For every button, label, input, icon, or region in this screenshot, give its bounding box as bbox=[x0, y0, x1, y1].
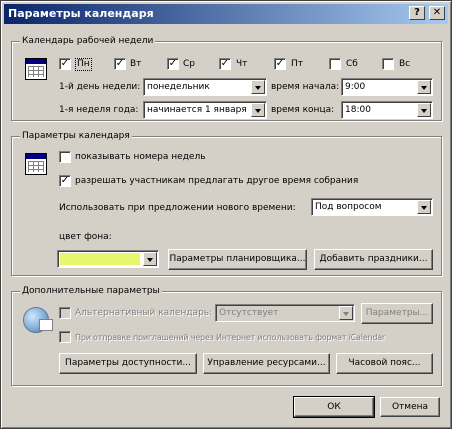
show-week-numbers-label: показывать номера недель bbox=[75, 152, 206, 162]
calendar-grid-icon bbox=[25, 153, 47, 175]
propose-use-value: Под вопросом bbox=[315, 202, 382, 212]
end-time-value: 18:00 bbox=[345, 105, 371, 115]
day-checkbox-fri[interactable]: ✓ bbox=[274, 58, 286, 70]
start-time-label: время начала: bbox=[271, 82, 340, 92]
day-checkbox-mon[interactable]: ✓ bbox=[59, 58, 71, 70]
first-day-value: понедельник bbox=[147, 82, 210, 92]
start-time-select[interactable]: 9:00 bbox=[341, 78, 433, 96]
day-checkbox-sat[interactable] bbox=[329, 58, 341, 70]
alt-calendar-params-button[interactable]: Параметры... bbox=[361, 303, 433, 324]
day-label-fri: Пт bbox=[291, 59, 304, 69]
day-checkbox-wed[interactable]: ✓ bbox=[167, 58, 179, 70]
advanced-legend: Дополнительные параметры bbox=[20, 285, 162, 297]
close-button[interactable]: ✕ bbox=[429, 6, 445, 20]
alt-calendar-label: Альтернативный календарь: bbox=[75, 308, 213, 318]
icalendar-checkbox[interactable] bbox=[59, 331, 71, 343]
help-icon: ? bbox=[414, 7, 420, 18]
chevron-down-icon[interactable] bbox=[417, 80, 431, 94]
day-label-mon: Пн bbox=[75, 58, 92, 71]
calendar-icon bbox=[25, 58, 47, 80]
work-week-legend: Календарь рабочей недели bbox=[20, 35, 156, 47]
propose-use-label: Использовать при предложении нового врем… bbox=[59, 203, 296, 213]
alt-calendar-value: Отсутствует bbox=[219, 308, 279, 318]
resource-management-button[interactable]: Управление ресурсами... bbox=[203, 353, 330, 374]
first-week-select[interactable]: начинается 1 января bbox=[143, 101, 267, 119]
first-week-value: начинается 1 января bbox=[147, 105, 247, 115]
show-week-numbers-checkbox[interactable] bbox=[59, 151, 71, 163]
day-label-wed: Ср bbox=[183, 59, 195, 69]
cancel-button[interactable]: Отмена bbox=[380, 397, 440, 417]
start-time-value: 9:00 bbox=[345, 82, 366, 92]
title-bar: Параметры календаря bbox=[4, 4, 448, 24]
end-time-label: время конца: bbox=[271, 105, 335, 115]
timezone-button[interactable]: Часовой пояс... bbox=[336, 353, 433, 374]
allow-propose-checkbox[interactable]: ✓ bbox=[59, 175, 71, 187]
scheduler-options-button[interactable]: Параметры планировщика... bbox=[168, 249, 307, 270]
allow-propose-label: разрешать участникам предлагать другое в… bbox=[75, 176, 359, 186]
first-day-select[interactable]: понедельник bbox=[143, 78, 267, 96]
day-label-tue: Вт bbox=[130, 59, 142, 69]
help-button[interactable]: ? bbox=[409, 6, 425, 20]
chevron-down-icon[interactable] bbox=[417, 103, 431, 117]
first-week-label: 1-я неделя года: bbox=[59, 105, 139, 115]
chevron-down-icon[interactable] bbox=[251, 80, 265, 94]
dialog-title: Параметры календаря bbox=[8, 7, 154, 20]
day-label-sat: Сб bbox=[346, 59, 358, 69]
background-color-label: цвет фона: bbox=[59, 232, 112, 242]
day-checkbox-tue[interactable]: ✓ bbox=[114, 58, 126, 70]
propose-use-select[interactable]: Под вопросом bbox=[311, 198, 433, 216]
background-color-swatch bbox=[60, 253, 140, 265]
day-checkbox-sun[interactable] bbox=[382, 58, 394, 70]
calendar-icon bbox=[39, 319, 53, 331]
availability-options-button[interactable]: Параметры доступности... bbox=[59, 353, 197, 374]
day-checkbox-thu[interactable]: ✓ bbox=[219, 58, 231, 70]
background-color-select[interactable] bbox=[57, 250, 159, 268]
alt-calendar-select[interactable]: Отсутствует bbox=[215, 304, 355, 322]
ok-button[interactable]: ОК bbox=[293, 396, 375, 418]
first-day-label: 1-й день недели: bbox=[59, 82, 141, 92]
alt-calendar-checkbox[interactable] bbox=[59, 307, 71, 319]
chevron-down-icon[interactable] bbox=[417, 200, 431, 214]
chevron-down-icon[interactable] bbox=[339, 306, 353, 320]
chevron-down-icon[interactable] bbox=[251, 103, 265, 117]
close-icon: ✕ bbox=[432, 7, 442, 18]
calendar-options-dialog: Параметры календаря ? ✕ Календарь рабоче… bbox=[0, 0, 452, 429]
day-label-thu: Чт bbox=[236, 59, 248, 69]
icalendar-label: При отправке приглашений через Интернет … bbox=[75, 333, 386, 342]
day-label-sun: Вс bbox=[399, 59, 411, 69]
end-time-select[interactable]: 18:00 bbox=[341, 101, 433, 119]
add-holidays-button[interactable]: Добавить праздники... bbox=[314, 249, 433, 270]
calendar-options-legend: Параметры календаря bbox=[20, 130, 132, 142]
chevron-down-icon[interactable] bbox=[143, 252, 157, 266]
